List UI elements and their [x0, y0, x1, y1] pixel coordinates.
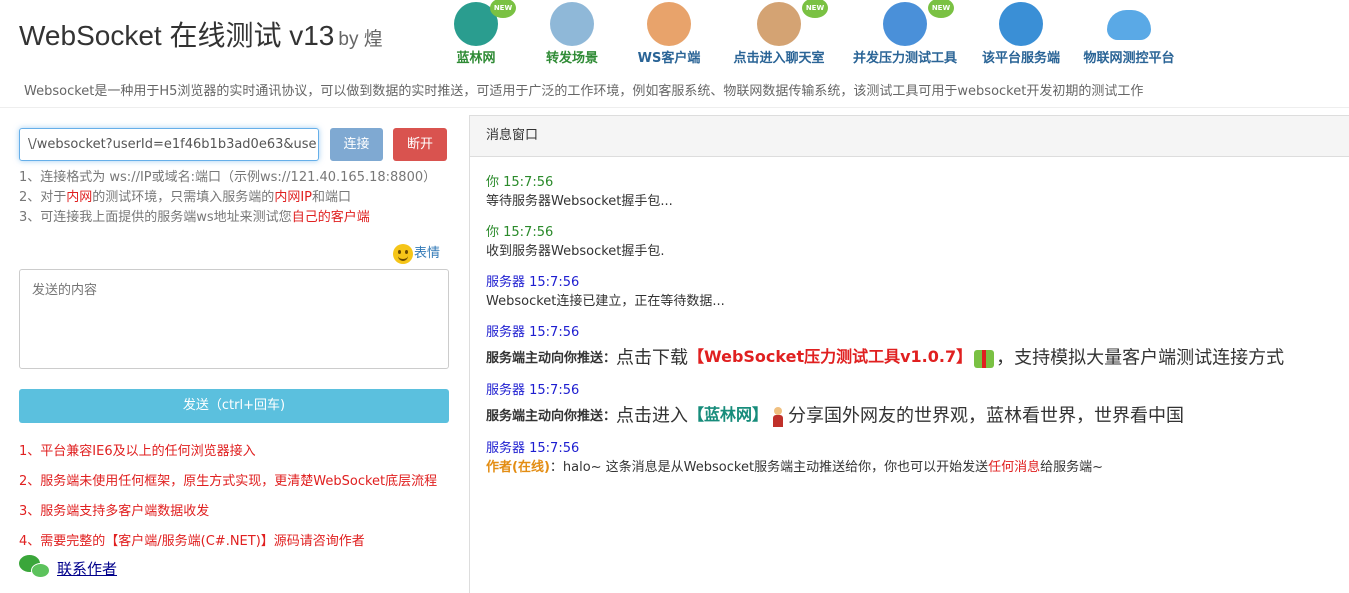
- nav-label: 并发压力测试工具: [852, 51, 957, 66]
- message-body: 收到服务器Websocket握手包.: [486, 244, 665, 259]
- message-body: 服务端主动向你推送：点击下载【WebSocket压力测试工具v1.0.7】 ，支持…: [486, 342, 1284, 374]
- nav-label: 转发场景: [545, 51, 598, 66]
- tip-1: 1、连接格式为 ws://IP或域名:端口（示例ws://121.40.165.…: [19, 170, 437, 185]
- message-input[interactable]: [19, 269, 449, 369]
- earth-icon: [999, 2, 1043, 46]
- push-text: ，支持模拟大量客户端测试连接方式: [996, 347, 1285, 369]
- connect-button[interactable]: 连接: [330, 128, 383, 161]
- nav-label: 点击进入聊天室: [733, 51, 825, 66]
- message-item: 你 15:7:56 等待服务器Websocket握手包...: [486, 174, 673, 212]
- message-sender: 服务器 15:7:56: [486, 441, 580, 456]
- nav-platform-server[interactable]: 该平台服务端: [977, 0, 1065, 68]
- gift-icon: [974, 349, 995, 368]
- message-text: ：halo~ 这条消息是从Websocket服务端主动推送给你，你也可以开始发送: [549, 460, 989, 475]
- new-badge: NEW: [802, 0, 828, 18]
- message-sender: 服务器 15:7:56: [486, 383, 580, 398]
- message-item: 服务器 15:7:56 作者(在线)：halo~ 这条消息是从Websocket…: [486, 440, 1103, 478]
- cloud-icon: [1107, 10, 1151, 40]
- tip-text: 2、对于: [19, 190, 67, 205]
- push-text: 分享国外网友的世界观，蓝林看世界，世界看中国: [788, 405, 1185, 427]
- message-sender: 你 15:7:56: [486, 175, 554, 190]
- tip-text: 和端口: [312, 190, 352, 205]
- message-body: 等待服务器Websocket握手包...: [486, 194, 673, 209]
- feature-item: 3、服务端支持多客户端数据收发: [19, 504, 210, 519]
- feature-list: 1、平台兼容IE6及以上的任何浏览器接入 2、服务端未使用任何框架，原生方式实现…: [19, 437, 437, 557]
- wechat-icon: [19, 555, 51, 581]
- smiley-icon: [393, 243, 413, 264]
- nav-label: 物联网测控平台: [1083, 51, 1175, 66]
- message-item: 服务器 15:7:56 Websocket连接已建立，正在等待数据...: [486, 274, 725, 312]
- nav-forward-scenario[interactable]: 转发场景: [537, 0, 607, 68]
- header: WebSocket 在线测试 v13 by 煌 NEW 蓝林网 转发场景 WS客户…: [0, 0, 1349, 108]
- author-online-label: 作者(在线): [486, 460, 550, 475]
- message-item: 你 15:7:56 收到服务器Websocket握手包.: [486, 224, 665, 262]
- speaker-icon: [647, 2, 691, 46]
- nav-stress-test-tool[interactable]: NEW 并发压力测试工具: [848, 0, 962, 68]
- tip-highlight: 内网IP: [274, 190, 312, 205]
- nav-label: 蓝林网: [456, 51, 496, 66]
- contact-author-link[interactable]: 联系作者: [57, 560, 117, 578]
- disconnect-button[interactable]: 断开: [393, 128, 447, 161]
- nav-iot-platform[interactable]: 物联网测控平台: [1078, 0, 1180, 68]
- feature-item: 1、平台兼容IE6及以上的任何浏览器接入: [19, 444, 256, 459]
- push-prefix: 服务端主动向你推送：: [486, 351, 617, 366]
- message-sender: 服务器 15:7:56: [486, 325, 580, 340]
- person-icon: [771, 406, 785, 427]
- contact-author[interactable]: 联系作者: [19, 555, 117, 581]
- pencil-ruler-icon: [883, 2, 927, 46]
- nav-chatroom[interactable]: NEW 点击进入聊天室: [728, 0, 830, 68]
- message-body: 服务端主动向你推送：点击进入【蓝林网】 分享国外网友的世界观，蓝林看世界，世界看中…: [486, 400, 1184, 432]
- send-button[interactable]: 发送（ctrl+回车): [19, 389, 449, 423]
- new-badge: NEW: [928, 0, 954, 18]
- message-item: 服务器 15:7:56 服务端主动向你推送：点击进入【蓝林网】 分享国外网友的世界…: [486, 382, 1184, 432]
- push-prefix: 服务端主动向你推送：: [486, 409, 617, 424]
- message-panel-title: 消息窗口: [470, 116, 1349, 157]
- new-badge: NEW: [490, 0, 516, 18]
- message-highlight: 任何消息: [988, 460, 1041, 475]
- stress-tool-download-link[interactable]: 【WebSocket压力测试工具v1.0.7】: [688, 347, 972, 366]
- tip-text: 3、可连接我上面提供的服务端ws地址来测试您: [19, 210, 292, 225]
- nav-ws-client[interactable]: WS客户端: [630, 0, 708, 68]
- feature-item: 4、需要完整的【客户端/服务端(C#.NET)】源码请咨询作者: [19, 534, 365, 549]
- chat-users-icon: [757, 2, 801, 46]
- message-body: 作者(在线)：halo~ 这条消息是从Websocket服务端主动推送给你，你也…: [486, 458, 1103, 478]
- antenna-icon: [550, 2, 594, 46]
- message-sender: 服务器 15:7:56: [486, 275, 580, 290]
- message-body: Websocket连接已建立，正在等待数据...: [486, 294, 725, 309]
- author-byline: by 煌: [338, 29, 383, 50]
- emoji-label: 表情: [414, 246, 441, 261]
- tip-2: 2、对于内网的测试环境，只需填入服务端的内网IP和端口: [19, 188, 436, 208]
- page-title: WebSocket 在线测试 v13 by 煌: [19, 14, 383, 54]
- tip-highlight: 内网: [66, 190, 93, 205]
- lanlin-link[interactable]: 【蓝林网】: [688, 405, 768, 424]
- emoji-button[interactable]: 表情: [393, 242, 440, 264]
- push-text: 点击进入: [616, 405, 689, 427]
- ws-url-input[interactable]: \/websocket?userId=e1f46b1b3ad0e63&use: [19, 128, 319, 161]
- message-item: 服务器 15:7:56 服务端主动向你推送：点击下载【WebSocket压力测试…: [486, 324, 1284, 374]
- nav-label: 该平台服务端: [981, 51, 1060, 66]
- nav-label: WS客户端: [637, 51, 701, 66]
- connection-tips: 1、连接格式为 ws://IP或域名:端口（示例ws://121.40.165.…: [19, 168, 436, 228]
- message-panel: 消息窗口 你 15:7:56 等待服务器Websocket握手包... 你 15…: [469, 115, 1349, 593]
- push-text: 点击下载: [616, 347, 689, 369]
- feature-item: 2、服务端未使用任何框架，原生方式实现，更清楚WebSocket底层流程: [19, 474, 438, 489]
- title-text: WebSocket 在线测试 v13: [19, 20, 335, 51]
- tip-text: 的测试环境，只需填入服务端的: [92, 190, 275, 205]
- tip-3: 3、可连接我上面提供的服务端ws地址来测试您自己的客户端: [19, 208, 436, 228]
- description: Websocket是一种用于H5浏览器的实时通讯协议，可以做到数据的实时推送，可…: [24, 84, 1144, 99]
- message-sender: 你 15:7:56: [486, 225, 554, 240]
- nav-lanlin[interactable]: NEW 蓝林网: [446, 0, 516, 68]
- message-text: 给服务端~: [1040, 460, 1103, 475]
- tip-highlight: 自己的客户端: [291, 210, 370, 225]
